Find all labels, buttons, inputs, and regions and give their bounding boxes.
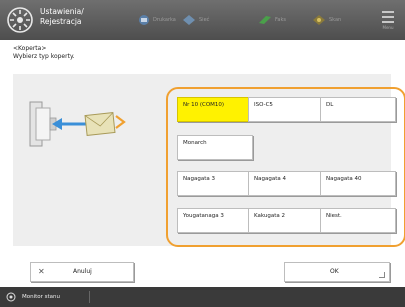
footer-divider (89, 291, 90, 303)
corner-mark-icon (379, 272, 385, 278)
status-printer-label: Drukarka (153, 17, 176, 23)
option-nagagata-40[interactable]: Nagagata 40 (320, 171, 396, 196)
app-title-line-2: Rejestracja (40, 17, 82, 26)
status-printer: Drukarka (138, 10, 176, 30)
app-title-line-1: Ustawienia/ (40, 7, 84, 16)
menu-button[interactable]: Menu (377, 8, 399, 32)
option-monarch[interactable]: Monarch (177, 135, 253, 160)
printer-icon (139, 15, 149, 25)
option-nagagata-3[interactable]: Nagagata 3 (177, 171, 253, 196)
status-monitor-icon (6, 292, 16, 302)
option-nagagata-4[interactable]: Nagagata 4 (248, 171, 324, 196)
menu-icon-bar (382, 21, 394, 23)
page-instruction: Wybierz typ koperty. (13, 53, 75, 60)
ok-button[interactable]: OK (284, 262, 390, 282)
status-monitor-button[interactable]: Monitor stanu (0, 287, 90, 307)
scan-icon (313, 15, 325, 25)
status-scan: Skan (312, 10, 341, 30)
menu-icon (382, 11, 394, 13)
menu-label: Menu (382, 25, 394, 30)
close-icon: ✕ (38, 267, 45, 276)
fax-icon (259, 16, 271, 24)
footer-bar: Monitor stanu (0, 287, 405, 307)
option-kakugata-2[interactable]: Kakugata 2 (248, 208, 324, 233)
status-scan-label: Skan (329, 17, 342, 23)
cancel-button[interactable]: ✕ Anuluj (30, 262, 134, 282)
ok-button-label: OK (330, 268, 339, 275)
status-fax: Faks (258, 10, 286, 30)
option-iso-c5[interactable]: ISO-C5 (248, 97, 324, 122)
network-icon (183, 15, 195, 25)
home-button[interactable] (4, 4, 36, 36)
option-yougatanaga-3[interactable]: Yougatanaga 3 (177, 208, 253, 233)
envelope-feed-illustration (29, 101, 126, 147)
status-monitor-label: Monitor stanu (22, 294, 61, 300)
option-dl[interactable]: DL (320, 97, 396, 122)
app-title: Ustawienia/ Rejestracja (40, 7, 110, 27)
option-nr10-com10[interactable]: Nr 10 (COM10) (177, 97, 253, 122)
top-bar: Ustawienia/ Rejestracja Drukarka Sieć Fa… (0, 0, 405, 40)
option-nonstandard[interactable]: Niest. (320, 208, 396, 233)
status-network: Sieć (182, 10, 209, 30)
status-fax-label: Faks (275, 17, 286, 23)
home-icon (7, 7, 33, 33)
menu-icon-bar (382, 16, 394, 18)
cancel-button-label: Anuluj (73, 268, 92, 275)
page-title: <Koperta> (13, 45, 47, 52)
status-network-label: Sieć (199, 17, 210, 23)
